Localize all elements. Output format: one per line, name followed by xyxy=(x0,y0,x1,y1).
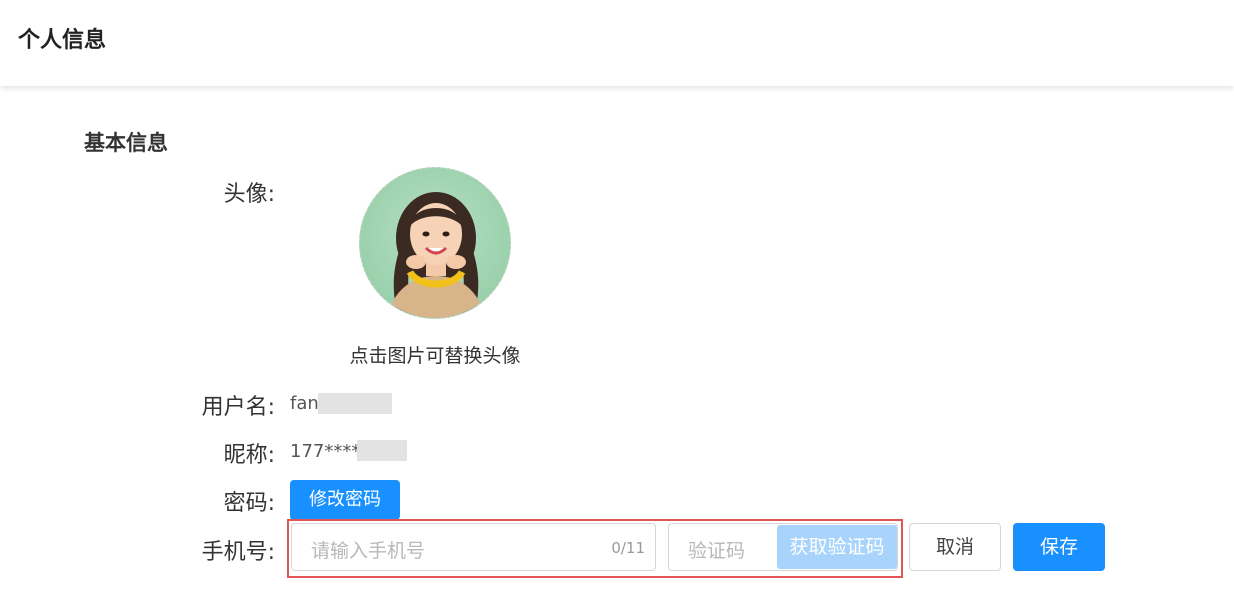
phone-char-counter: 0/11 xyxy=(611,539,645,557)
phone-placeholder: 请输入手机号 xyxy=(311,540,426,562)
phone-input[interactable]: 请输入手机号 0/11 xyxy=(291,523,656,571)
avatar-label: 头像: xyxy=(223,182,275,207)
username-redaction xyxy=(318,393,392,414)
username-value: fan xyxy=(290,393,319,414)
avatar-hint: 点击图片可替换头像 xyxy=(349,345,521,367)
page-title: 个人信息 xyxy=(18,28,107,53)
phone-label: 手机号: xyxy=(201,540,275,565)
user-photo-icon xyxy=(386,192,486,318)
section-title: 基本信息 xyxy=(84,131,168,155)
nickname-value: 177**** xyxy=(290,441,361,462)
change-password-button[interactable]: 修改密码 xyxy=(290,480,400,520)
avatar[interactable] xyxy=(359,167,511,319)
code-placeholder: 验证码 xyxy=(688,540,746,562)
cancel-button[interactable]: 取消 xyxy=(909,523,1001,571)
password-label: 密码: xyxy=(223,491,275,516)
get-code-button[interactable]: 获取验证码 xyxy=(777,525,897,569)
page-header: 个人信息 xyxy=(0,0,1234,86)
save-button[interactable]: 保存 xyxy=(1013,523,1105,571)
username-label: 用户名: xyxy=(201,395,275,420)
nickname-redaction xyxy=(357,440,407,461)
nickname-label: 昵称: xyxy=(223,443,275,468)
